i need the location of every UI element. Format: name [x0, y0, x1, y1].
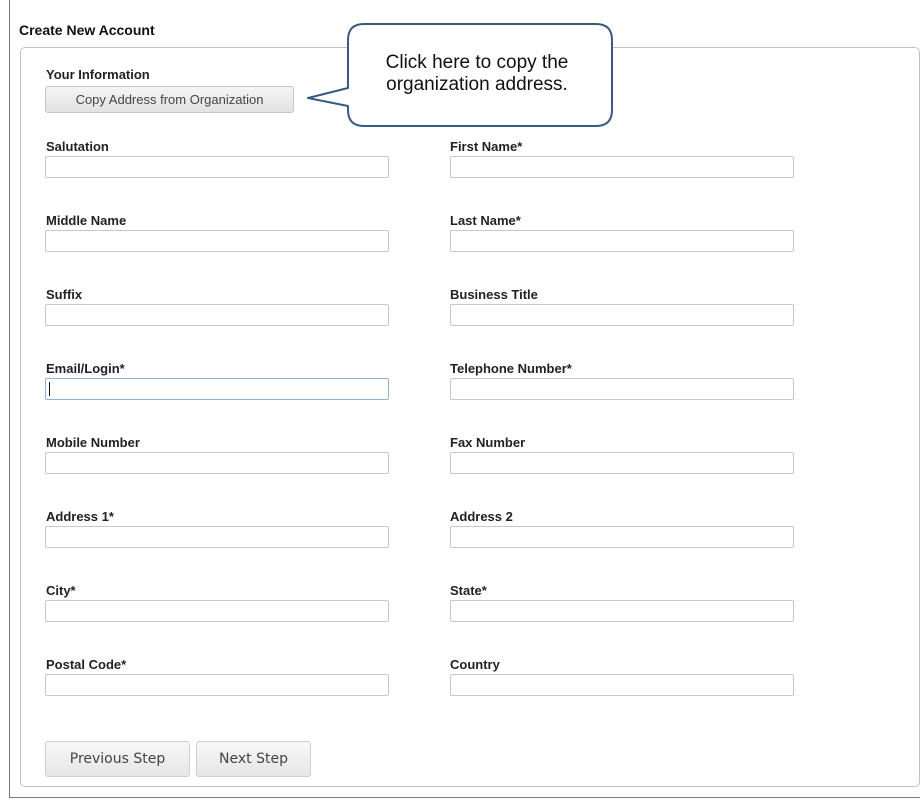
- salutation-input[interactable]: [45, 156, 389, 178]
- callout-text: Click here to copy the organization addr…: [352, 52, 602, 96]
- address1-input[interactable]: [45, 526, 389, 548]
- telephone-input[interactable]: [450, 378, 794, 400]
- next-step-button[interactable]: Next Step: [196, 741, 311, 777]
- address2-input[interactable]: [450, 526, 794, 548]
- page-title: Create New Account: [19, 22, 155, 38]
- address1-label: Address 1*: [46, 509, 114, 524]
- fax-number-input[interactable]: [450, 452, 794, 474]
- business-title-label: Business Title: [450, 287, 538, 302]
- mobile-number-label: Mobile Number: [46, 435, 140, 450]
- copy-address-button[interactable]: Copy Address from Organization: [45, 86, 294, 113]
- middle-name-label: Middle Name: [46, 213, 127, 228]
- first-name-input[interactable]: [450, 156, 794, 178]
- text-caret: [49, 382, 50, 396]
- state-label: State*: [450, 583, 487, 598]
- country-input[interactable]: [450, 674, 794, 696]
- country-label: Country: [450, 657, 500, 672]
- business-title-input[interactable]: [450, 304, 794, 326]
- last-name-input[interactable]: [450, 230, 794, 252]
- suffix-label: Suffix: [46, 287, 83, 302]
- email-login-input[interactable]: [45, 378, 389, 400]
- previous-step-button[interactable]: Previous Step: [45, 741, 190, 777]
- callout-line-2: organization address.: [386, 74, 568, 95]
- callout-line-1: Click here to copy the: [385, 52, 569, 73]
- fax-number-label: Fax Number: [450, 435, 526, 450]
- postal-code-label: Postal Code*: [46, 657, 127, 672]
- state-input[interactable]: [450, 600, 794, 622]
- suffix-input[interactable]: [45, 304, 389, 326]
- mobile-number-input[interactable]: [45, 452, 389, 474]
- middle-name-input[interactable]: [45, 230, 389, 252]
- frame-left-border: [9, 0, 10, 798]
- address2-label: Address 2: [450, 509, 513, 524]
- city-label: City*: [46, 583, 76, 598]
- last-name-label: Last Name*: [450, 213, 521, 228]
- email-login-label: Email/Login*: [46, 361, 125, 376]
- salutation-label: Salutation: [46, 139, 109, 154]
- city-input[interactable]: [45, 600, 389, 622]
- first-name-label: First Name*: [450, 139, 523, 154]
- postal-code-input[interactable]: [45, 674, 389, 696]
- frame-bottom-border: [9, 797, 920, 798]
- section-title: Your Information: [46, 67, 150, 82]
- telephone-label: Telephone Number*: [450, 361, 572, 376]
